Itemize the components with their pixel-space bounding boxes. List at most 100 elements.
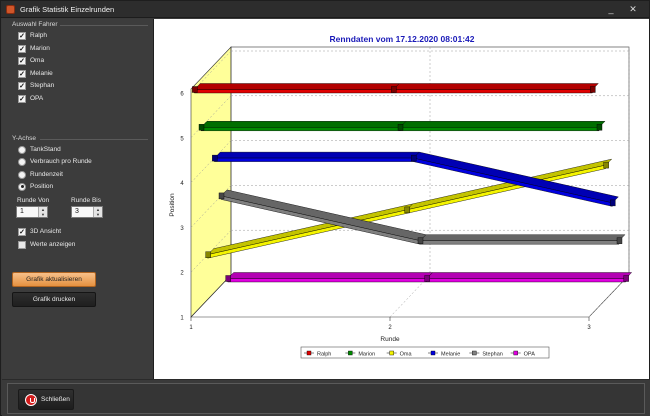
checkbox-check-icon: ✓ (18, 94, 26, 103)
update-chart-button[interactable]: Grafik aktualisieren (12, 272, 96, 287)
window-close-button[interactable]: ✕ (625, 3, 641, 16)
group-divider (40, 139, 148, 140)
legend-swatch-oma (389, 350, 394, 356)
close-button[interactable]: Schließen (18, 389, 74, 410)
chart-title: Renndaten vom 17.12.2020 08:01:42 (329, 34, 474, 44)
round-to-label: Runde Bis (71, 197, 101, 204)
position-chart: Renndaten vom 17.12.2020 08:01:42 1 2 3 4 5 6 1… (169, 34, 633, 359)
legend-swatch-ralph (306, 350, 312, 356)
series-top-ralph (392, 83, 599, 90)
round-from-value: 1 (20, 208, 24, 215)
round-to-stepper[interactable]: 3 ▲ ▼ (71, 206, 103, 218)
driver-checkbox-ralph[interactable]: ✓ Ralph (18, 30, 47, 41)
checkbox-check-icon: ✓ (18, 44, 26, 53)
radio-label: TankStand (30, 146, 61, 153)
y-axis-option-tankstand[interactable]: TankStand (18, 144, 61, 155)
series-top-stephan (419, 234, 626, 241)
series-point-ralph (192, 86, 198, 93)
driver-checkbox-opa[interactable]: ✓ OPA (18, 93, 43, 104)
spin-arrows-icon[interactable]: ▲ ▼ (93, 207, 102, 217)
driver-label: Marion (30, 45, 50, 52)
driver-checkbox-oma[interactable]: ✓ Oma (18, 55, 44, 66)
driver-label: Melanie (30, 70, 53, 77)
y-axis-option-position[interactable]: Position (18, 181, 53, 192)
series-point-ralph (391, 86, 397, 93)
power-icon (25, 393, 37, 406)
y-axis-option-verbrauch[interactable]: Verbrauch pro Runde (18, 156, 92, 167)
series-line-marion (399, 127, 600, 132)
legend-label-marion: Marion (358, 351, 375, 357)
x-axis-label: Runde (380, 336, 400, 343)
app-icon (6, 5, 15, 14)
series-point-opa (225, 275, 231, 282)
series-point-melanie (610, 199, 616, 207)
show-values-label: Werte anzeigen (30, 241, 76, 248)
series-point-marion (397, 124, 404, 131)
series-point-oma (603, 161, 609, 169)
y-axis-label: Position (169, 193, 176, 217)
series-point-opa (623, 275, 629, 282)
minimize-button[interactable]: _ (603, 3, 619, 16)
series-top-marion (399, 121, 606, 128)
view-3d-checkbox[interactable]: ✓ 3D Ansicht (18, 226, 61, 237)
round-to-value: 3 (75, 208, 79, 215)
series-line-marion (200, 127, 401, 132)
control-panel: Auswahl Fahrer ✓ Ralph ✓ Marion ✓ Oma ✓ Mela… (2, 19, 153, 379)
checkbox-empty-icon (18, 240, 26, 249)
series-point-ralph (590, 86, 596, 93)
y-tick-label: 6 (180, 92, 184, 98)
y-tick-label: 5 (180, 136, 184, 142)
legend-swatch-opa (513, 350, 518, 356)
round-from-stepper[interactable]: 1 ▲ ▼ (16, 206, 48, 218)
radio-label: Rundenzeit (30, 171, 63, 178)
series-point-stephan (616, 237, 623, 244)
spin-arrows-icon[interactable]: ▲ ▼ (38, 207, 47, 217)
x-tick-label: 1 (189, 325, 193, 331)
legend-swatch-stephan (472, 350, 477, 356)
series-line-opa (227, 278, 427, 283)
series-point-oma (404, 206, 410, 214)
series-line-ralph (194, 89, 394, 94)
app-window: Grafik Statistik Einzelrunden _ ✕ Auswah… (0, 0, 650, 416)
y-tick-label: 1 (180, 316, 184, 322)
bottom-bar: Schließen (2, 379, 650, 416)
show-values-checkbox[interactable]: Werte anzeigen (18, 239, 75, 250)
radio-icon (18, 145, 26, 154)
print-chart-button[interactable]: Grafik drucken (12, 292, 96, 307)
series-top-marion (200, 121, 407, 128)
radio-label: Verbrauch pro Runde (30, 158, 92, 165)
legend-label-stephan: Stephan (482, 351, 503, 357)
legend-label-melanie: Melanie (441, 351, 460, 357)
y-axis-option-rundenzeit[interactable]: Rundenzeit (18, 169, 63, 180)
series-line-stephan (220, 195, 421, 245)
legend-swatch-melanie (430, 350, 436, 356)
series-top-opa (426, 272, 633, 279)
radio-label: Position (30, 183, 54, 190)
legend-label-oma: Oma (400, 351, 413, 357)
driver-label: Stephan (30, 82, 55, 89)
series-point-marion (198, 124, 205, 131)
drivers-group-title: Auswahl Fahrer (12, 21, 58, 28)
series-top-melanie (213, 151, 420, 159)
driver-label: OPA (30, 95, 44, 102)
series-point-melanie (411, 154, 417, 162)
round-from-label: Runde Von (17, 197, 50, 204)
driver-checkbox-melanie[interactable]: ✓ Melanie (18, 68, 53, 79)
window-title: Grafik Statistik Einzelrunden (20, 5, 115, 14)
series-point-stephan (218, 192, 225, 200)
series-point-oma (205, 251, 211, 258)
radio-icon (18, 157, 26, 166)
driver-checkbox-marion[interactable]: ✓ Marion (18, 43, 50, 54)
legend-swatch-marion (348, 350, 353, 356)
legend-label-ralph: Ralph (317, 351, 331, 357)
series-top-opa (227, 272, 434, 279)
legend-box (300, 346, 550, 359)
checkbox-check-icon: ✓ (18, 31, 26, 40)
driver-label: Oma (30, 57, 45, 64)
series-line-ralph (393, 89, 593, 94)
series-point-opa (424, 275, 430, 282)
y-axis-group-title: Y-Achse (12, 135, 36, 142)
close-button-label: Schließen (41, 396, 70, 403)
driver-checkbox-stephan[interactable]: ✓ Stephan (18, 80, 54, 91)
series-line-opa (426, 278, 626, 283)
